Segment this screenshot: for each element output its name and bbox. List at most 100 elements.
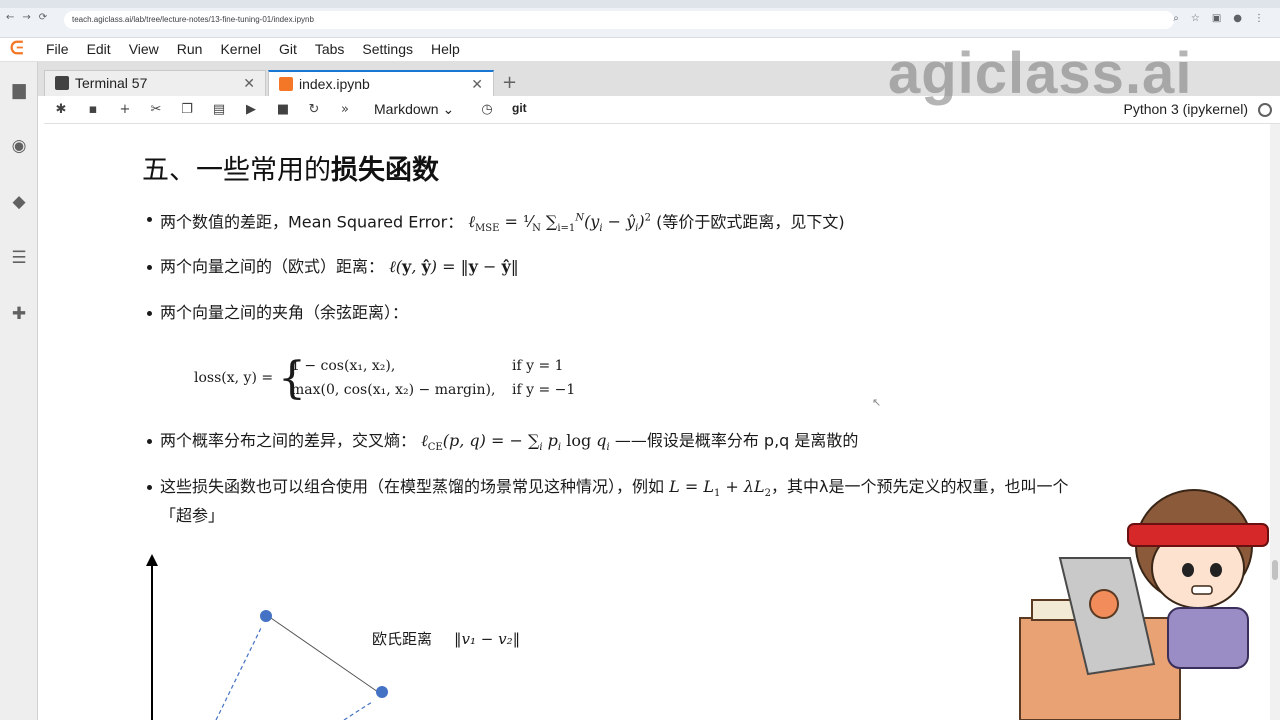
left-sidebar: ▆ ◉ ◆ ☰ ✚ xyxy=(0,62,38,720)
tab-terminal[interactable]: Terminal 57 ✕ xyxy=(44,70,266,96)
extension-icon[interactable]: ▣ xyxy=(1212,13,1221,24)
terminal-icon xyxy=(55,76,69,90)
debug-bug-icon[interactable]: ✱ xyxy=(52,101,70,119)
git-icon[interactable]: ◆ xyxy=(9,192,29,212)
combined-formula: L = L1 + λL2 xyxy=(669,477,772,500)
apple-logo-icon xyxy=(1089,589,1119,619)
watermark-logo: agiclass.ai xyxy=(888,41,1193,106)
bullet-cosine: 两个向量之间的夹角（余弦距离）： xyxy=(147,302,409,324)
cell-type-label: Markdown xyxy=(374,101,439,117)
euclidean-formula: ℓ(y, ŷ) = ‖y − ŷ‖ xyxy=(389,257,519,276)
bullet-euclidean-text: 两个向量之间的（欧式）距离： xyxy=(160,257,385,276)
browser-tab-strip xyxy=(0,0,1280,8)
distance-line xyxy=(267,615,379,693)
mse-formula: ℓMSE = ¹⁄N ∑i=1N(yi − ŷi)2 xyxy=(468,212,651,235)
bullet-dot xyxy=(147,265,152,270)
menu-help[interactable]: Help xyxy=(431,41,460,57)
bullet-mse-suffix: (等价于欧式距离，见下文) xyxy=(656,212,845,232)
copy-icon[interactable]: ❐ xyxy=(178,101,196,119)
vector-v2-point xyxy=(376,686,388,698)
bookmark-star-icon[interactable]: ☆ xyxy=(1191,13,1200,24)
clock-history-icon[interactable]: ◷ xyxy=(478,101,496,119)
jupyter-logo-icon: ᕮ xyxy=(10,38,24,59)
profile-icon[interactable]: ● xyxy=(1233,13,1242,24)
mascot-illustration xyxy=(1019,489,1269,720)
browser-actions: ⌕ ☆ ▣ ● ⋮ xyxy=(1173,13,1264,24)
add-tab-plus-icon[interactable]: + xyxy=(502,72,517,93)
bullet-dot xyxy=(147,311,152,316)
vector-v2-line xyxy=(343,701,373,720)
formula-lhs: loss(x, y) = xyxy=(194,370,274,386)
menu-git[interactable]: Git xyxy=(279,41,297,57)
extensions-puzzle-icon[interactable]: ✚ xyxy=(9,304,29,324)
address-bar[interactable]: teach.agiclass.ai/lab/tree/lecture-notes… xyxy=(64,11,1174,29)
bullet-cosine-text: 两个向量之间的夹角（余弦距离）： xyxy=(160,303,409,322)
left-eye xyxy=(1182,563,1194,577)
menu-edit[interactable]: Edit xyxy=(87,41,111,57)
bullet-dot xyxy=(147,439,152,444)
menu-file[interactable]: File xyxy=(46,41,69,57)
git-button[interactable]: git xyxy=(512,101,527,115)
books-shape xyxy=(1031,599,1077,621)
diagram-label: 欧氏距离 xyxy=(372,630,432,648)
stop-square-icon[interactable]: ■ xyxy=(274,101,292,119)
insert-cell-plus-icon[interactable]: + xyxy=(116,101,134,119)
browser-chrome: ← → ⟳ teach.agiclass.ai/lab/tree/lecture… xyxy=(0,0,1280,38)
menu-run[interactable]: Run xyxy=(177,41,203,57)
reload-icon[interactable]: ⟳ xyxy=(39,12,47,23)
ce-formula: ℓCE(p, q) = − ∑i pi log qi xyxy=(421,431,610,454)
cell-type-dropdown[interactable]: Markdown ⌄ xyxy=(374,101,454,118)
close-icon[interactable]: ✕ xyxy=(471,72,483,96)
save-icon[interactable]: ▪ xyxy=(84,101,102,119)
kernel-status-circle-icon xyxy=(1258,103,1272,117)
right-eye xyxy=(1210,563,1222,577)
back-arrow-icon[interactable]: ← xyxy=(6,12,14,23)
section-heading: 五、一些常用的损失函数 xyxy=(142,148,439,187)
diagram-formula: ‖v₁ − v₂‖ xyxy=(454,630,520,648)
menu-settings[interactable]: Settings xyxy=(362,41,413,57)
y-axis-arrow xyxy=(146,554,158,566)
bullet-dot xyxy=(147,217,152,222)
menu-view[interactable]: View xyxy=(129,41,159,57)
forward-arrow-icon[interactable]: → xyxy=(22,12,30,23)
heading-bold: 损失函数 xyxy=(331,155,439,186)
vector-v1-point xyxy=(260,610,272,622)
shirt-shape xyxy=(1167,607,1249,669)
bullet-combined-line2: 「超参」 xyxy=(160,506,225,526)
bullet-mse: 两个数值的差距，Mean Squared Error： ℓMSE = ¹⁄N ∑… xyxy=(147,208,845,241)
bullet-mse-text: 两个数值的差距，Mean Squared Error： xyxy=(160,212,464,232)
vector-v1-line xyxy=(215,625,263,720)
cut-scissors-icon[interactable]: ✂ xyxy=(147,101,165,119)
run-play-icon[interactable]: ▶ xyxy=(242,101,260,119)
zoom-icon[interactable]: ⌕ xyxy=(1173,13,1179,24)
headband-shape xyxy=(1127,523,1269,547)
bullet-ce-suffix: ——假设是概率分布 p,q 是离散的 xyxy=(614,431,859,450)
paste-clipboard-icon[interactable]: ▤ xyxy=(210,101,228,119)
more-menu-icon[interactable]: ⋮ xyxy=(1254,13,1264,24)
mouse-cursor-icon: ↖ xyxy=(872,396,882,409)
mouth-shape xyxy=(1191,585,1213,595)
bullet-euclidean: 两个向量之间的（欧式）距离： ℓ(y, ŷ) = ‖y − ŷ‖ xyxy=(147,256,519,278)
restart-kernel-icon[interactable]: ↻ xyxy=(305,101,323,119)
menu-kernel[interactable]: Kernel xyxy=(220,41,260,57)
menu-tabs[interactable]: Tabs xyxy=(315,41,345,57)
tab-notebook-label: index.ipynb xyxy=(299,76,370,92)
bullet-dot xyxy=(147,485,152,490)
vector-distance-diagram: 欧氏距离 ‖v₁ − v₂‖ xyxy=(146,554,520,720)
bullet-cross-entropy: 两个概率分布之间的差异，交叉熵： ℓCE(p, q) = − ∑i pi log… xyxy=(147,430,859,459)
browser-nav: ← → ⟳ xyxy=(6,12,47,23)
table-of-contents-icon[interactable]: ☰ xyxy=(9,248,29,268)
tab-terminal-label: Terminal 57 xyxy=(75,75,148,91)
tab-notebook[interactable]: index.ipynb ✕ xyxy=(268,70,494,96)
folder-icon[interactable]: ▆ xyxy=(9,80,29,100)
bullet-ce-text: 两个概率分布之间的差异，交叉熵： xyxy=(160,431,417,450)
chevron-down-icon: ⌄ xyxy=(442,101,455,117)
fast-forward-icon[interactable]: » xyxy=(336,101,354,119)
close-icon[interactable]: ✕ xyxy=(243,71,255,95)
notebook-icon xyxy=(279,77,293,91)
heading-prefix: 五、一些常用的 xyxy=(142,155,331,186)
formula-cond1: if y = 1 xyxy=(512,358,564,374)
formula-cond2: if y = −1 xyxy=(512,382,576,398)
running-sessions-icon[interactable]: ◉ xyxy=(9,136,29,156)
menu-items: File Edit View Run Kernel Git Tabs Setti… xyxy=(46,41,460,57)
